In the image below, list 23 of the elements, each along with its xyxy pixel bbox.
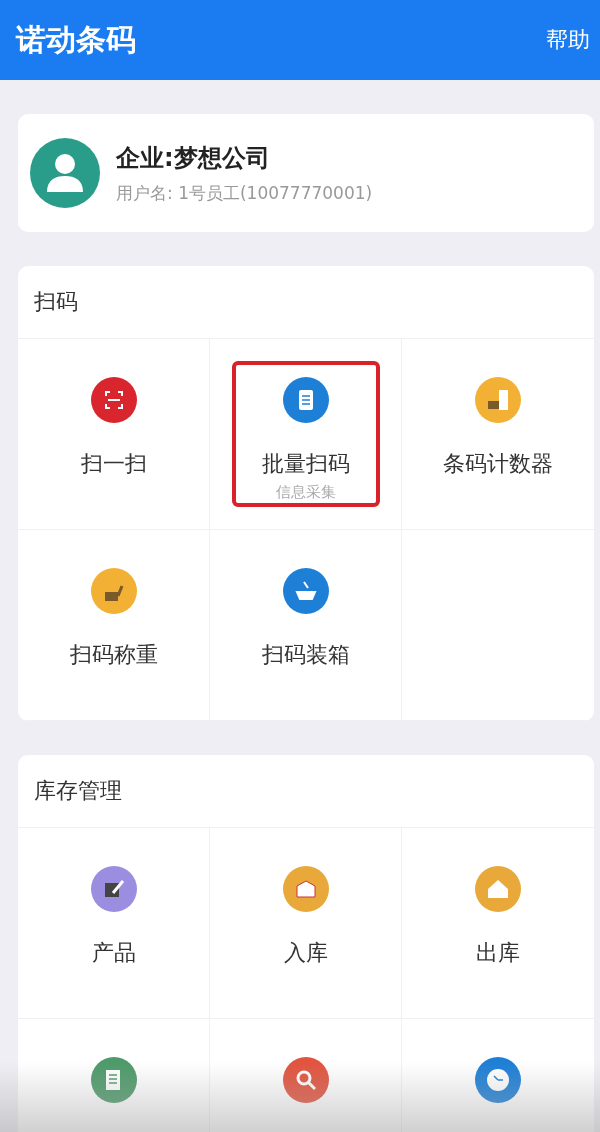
feature-label[interactable]: 产品 <box>91 938 136 968</box>
feature-icon[interactable] <box>90 866 137 912</box>
feature-icon[interactable] <box>475 377 521 423</box>
feature-sublabel: 信息采集 <box>275 483 336 502</box>
feature-label[interactable]: 扫码称重 <box>69 640 158 670</box>
section-title: 库存管理 <box>18 755 594 828</box>
company-name: 企业:梦想公司 <box>116 142 271 174</box>
feature-label[interactable]: 扫一扫 <box>80 449 147 479</box>
feature-label[interactable]: 批量扫码 <box>261 449 350 479</box>
feature-icon[interactable] <box>282 568 329 614</box>
app-title: 诺动条码 <box>16 20 136 59</box>
feature-label[interactable]: 扫码装箱 <box>261 640 350 670</box>
feature-icon[interactable] <box>282 377 329 423</box>
feature-label[interactable]: 出库 <box>476 938 520 968</box>
feature-label[interactable]: 入库 <box>283 938 328 968</box>
feature-icon[interactable] <box>475 1057 521 1103</box>
feature-icon[interactable] <box>90 377 137 423</box>
section-title: 扫码 <box>18 266 594 339</box>
feature-label[interactable]: 条码计数器 <box>443 449 553 479</box>
user-name: 用户名: 1号员工(10077770001) <box>116 181 373 205</box>
feature-icon[interactable] <box>90 568 137 614</box>
avatar-icon <box>30 138 100 208</box>
help-link[interactable]: 帮助 <box>546 25 590 55</box>
